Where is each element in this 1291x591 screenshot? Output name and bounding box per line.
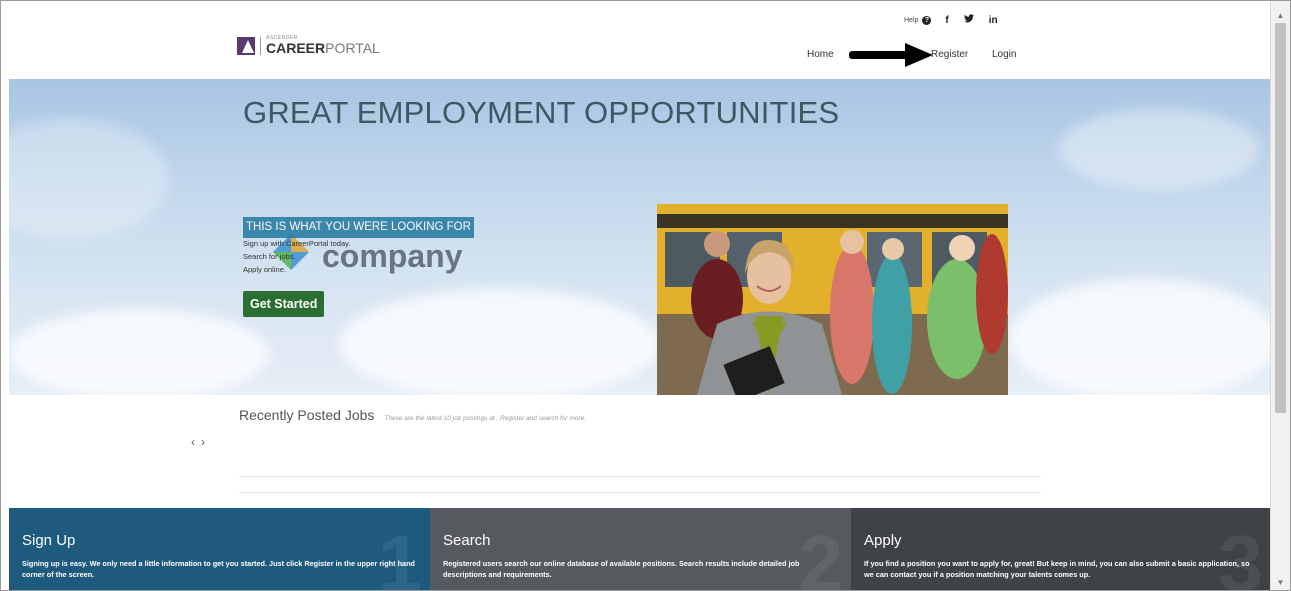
help-icon[interactable]: ? [922, 15, 932, 25]
get-started-button[interactable]: Get Started [243, 291, 325, 317]
panel-body: Signing up is easy. We only need a littl… [22, 559, 416, 579]
panel-body: If you find a position you want to apply… [864, 559, 1250, 579]
vertical-scrollbar[interactable]: ▲ ▼ [1270, 1, 1290, 590]
nav-login[interactable]: Login [992, 49, 1016, 60]
twitter-icon[interactable] [963, 14, 974, 26]
panel-title: Apply [864, 532, 902, 549]
career-portal-logo[interactable]: ASCENDER CAREERPORTAL [237, 35, 380, 56]
panel-step-number: 1 [377, 519, 423, 591]
divider [239, 492, 1041, 493]
divider [239, 476, 1041, 477]
nav-register[interactable]: Register [931, 49, 968, 60]
panel-step-number: 3 [1218, 519, 1264, 591]
carousel-prev-icon[interactable]: ‹ [191, 435, 201, 449]
hero-title: GREAT EMPLOYMENT OPPORTUNITIES [243, 95, 840, 130]
panel-title: Sign Up [22, 532, 76, 549]
linkedin-icon[interactable]: in [989, 15, 998, 26]
annotation-arrow-icon [849, 43, 933, 67]
site-header: Help ? f in ASCENDER CAREERPORTAL Home R… [9, 9, 1271, 79]
apply-panel: Apply If you find a position you want to… [851, 508, 1271, 591]
top-utility-bar: Help ? f in [904, 14, 1013, 26]
jobs-carousel-controls: ‹› [191, 435, 211, 449]
ascender-logo-icon [237, 36, 255, 55]
search-panel: Search Registered users search our onlin… [430, 508, 851, 591]
help-link[interactable]: Help [904, 17, 918, 24]
recent-jobs-subtitle: These are the latest 10 job postings at … [384, 415, 587, 422]
hero-photo [657, 204, 1008, 395]
logo-divider [260, 36, 261, 55]
recent-jobs-title: Recently Posted Jobs [239, 407, 375, 423]
scrollbar-thumb[interactable] [1275, 23, 1286, 413]
browser-viewport: Help ? f in ASCENDER CAREERPORTAL Home R… [0, 0, 1291, 591]
scroll-down-icon[interactable]: ▼ [1271, 576, 1290, 590]
hero-tagline: THIS IS WHAT YOU WERE LOOKING FOR [243, 217, 474, 238]
hero-line: Search for jobs. [243, 252, 296, 261]
signup-panel: Sign Up Signing up is easy. We only need… [9, 508, 430, 591]
hero-banner: GREAT EMPLOYMENT OPPORTUNITIES company T… [9, 79, 1271, 395]
hero-bullets: Sign up with CareerPortal today. Search … [243, 237, 350, 276]
scroll-up-icon[interactable]: ▲ [1271, 9, 1290, 23]
hero-line: Sign up with CareerPortal today. [243, 239, 351, 248]
facebook-icon[interactable]: f [945, 15, 948, 26]
nav-home[interactable]: Home [807, 49, 834, 60]
hero-line: Apply online. [243, 265, 286, 274]
recent-jobs-heading: Recently Posted Jobs These are the lates… [239, 407, 586, 423]
panel-title: Search [443, 532, 491, 549]
panel-step-number: 2 [798, 519, 844, 591]
carousel-next-icon[interactable]: › [201, 435, 211, 449]
logo-wordmark: CAREERPORTAL [266, 40, 380, 56]
panel-body: Registered users search our online datab… [443, 559, 800, 579]
